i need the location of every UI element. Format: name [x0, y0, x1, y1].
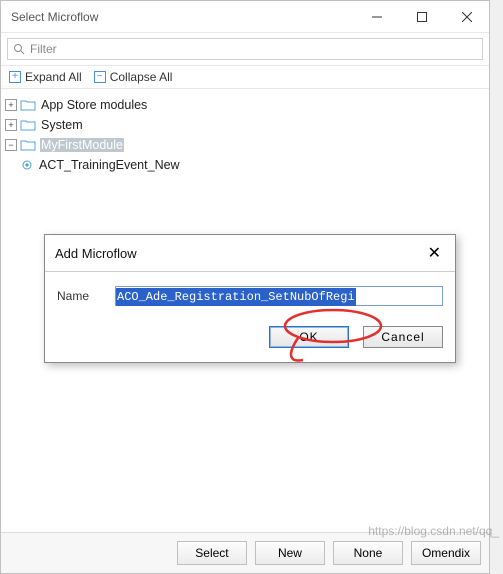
tree-row[interactable]: − MyFirstModule — [5, 135, 485, 155]
tree-item-label: App Store modules — [40, 98, 148, 112]
filter-box[interactable] — [7, 38, 483, 60]
none-button[interactable]: None — [333, 541, 403, 565]
filter-input[interactable] — [30, 42, 477, 56]
close-button[interactable] — [444, 1, 489, 32]
last-button[interactable]: Omendix — [411, 541, 481, 565]
select-button[interactable]: Select — [177, 541, 247, 565]
tree-row[interactable]: ACT_TrainingEvent_New — [5, 155, 485, 175]
collapse-all-button[interactable]: − Collapse All — [94, 70, 173, 84]
folder-icon — [20, 119, 36, 131]
window-buttons — [354, 1, 489, 32]
tree-item-label: System — [40, 118, 84, 132]
name-input-value: ACO_Ade_Registration_SetNubOfRegi — [116, 288, 356, 306]
folder-icon — [20, 99, 36, 111]
search-icon — [13, 43, 25, 55]
modal-body: Name ACO_Ade_Registration_SetNubOfRegi — [45, 272, 455, 316]
collapse-icon[interactable]: − — [5, 139, 17, 151]
add-microflow-dialog: Add Microflow ✕ Name ACO_Ade_Registratio… — [44, 234, 456, 363]
ok-button[interactable]: OK — [269, 326, 349, 348]
tree-item-label: MyFirstModule — [40, 138, 124, 152]
filter-row — [1, 33, 489, 66]
collapse-all-label: Collapse All — [110, 70, 173, 84]
watermark: https://blog.csdn.net/qq_ — [368, 524, 499, 538]
watermark-text: https://blog.csdn.net/qq_ — [368, 524, 499, 538]
minimize-button[interactable] — [354, 1, 399, 32]
new-button[interactable]: New — [255, 541, 325, 565]
tree-row[interactable]: + System — [5, 115, 485, 135]
titlebar: Select Microflow — [1, 1, 489, 33]
window-title: Select Microflow — [1, 10, 354, 24]
modal-title: Add Microflow — [55, 246, 424, 261]
expand-collapse-row: + Expand All − Collapse All — [1, 66, 489, 89]
cancel-button[interactable]: Cancel — [363, 326, 443, 348]
plus-icon: + — [9, 71, 21, 83]
maximize-button[interactable] — [399, 1, 444, 32]
expand-icon[interactable]: + — [5, 119, 17, 131]
modal-titlebar: Add Microflow ✕ — [45, 235, 455, 272]
expand-all-button[interactable]: + Expand All — [9, 70, 82, 84]
tree-item-label: ACT_TrainingEvent_New — [38, 158, 181, 172]
microflow-icon — [20, 159, 34, 171]
name-input[interactable]: ACO_Ade_Registration_SetNubOfRegi — [115, 286, 443, 306]
tree-row[interactable]: + App Store modules — [5, 95, 485, 115]
expand-icon[interactable]: + — [5, 99, 17, 111]
modal-close-button[interactable]: ✕ — [424, 243, 445, 263]
folder-icon — [20, 139, 36, 151]
dialog-footer: Select New None Omendix — [1, 532, 489, 573]
modal-buttons: OK Cancel — [45, 316, 455, 362]
minus-icon: − — [94, 71, 106, 83]
name-row: Name ACO_Ade_Registration_SetNubOfRegi — [57, 286, 443, 306]
name-label: Name — [57, 289, 105, 303]
expand-all-label: Expand All — [25, 70, 82, 84]
